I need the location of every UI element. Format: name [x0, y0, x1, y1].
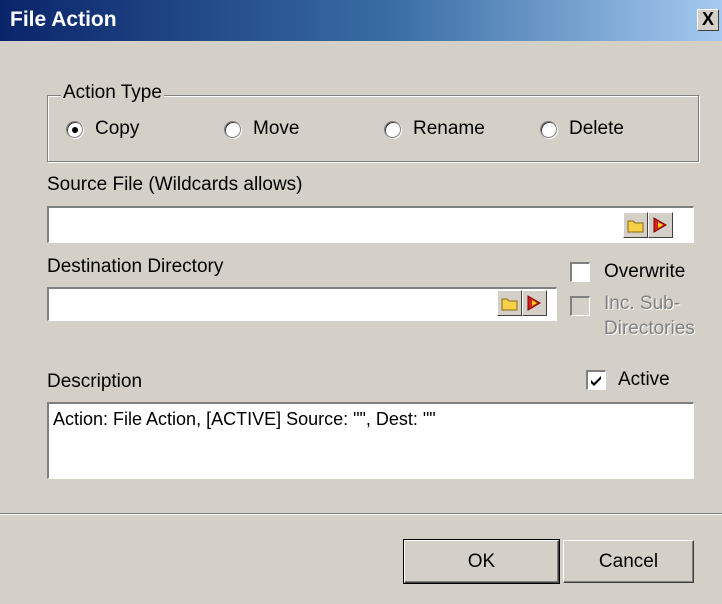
radio-rename[interactable]: Rename [384, 117, 485, 141]
title-bar[interactable]: File Action X [0, 0, 722, 41]
inc-sub-directories-label-line2: Directories [604, 318, 695, 339]
destination-variable-button[interactable] [522, 290, 547, 316]
folder-icon [627, 220, 644, 233]
radio-move-label: Move [253, 118, 300, 139]
close-icon: X [701, 9, 714, 29]
radio-rename-indicator[interactable] [384, 120, 401, 138]
active-checkbox[interactable] [586, 370, 606, 390]
source-file-label: Source File (Wildcards allows) [47, 174, 303, 195]
radio-delete-label: Delete [569, 118, 624, 139]
radio-copy[interactable]: Copy [66, 117, 139, 141]
radio-move-indicator[interactable] [224, 120, 241, 138]
radio-rename-label: Rename [413, 118, 485, 139]
destination-directory-input[interactable] [47, 287, 557, 321]
radio-delete-indicator[interactable] [540, 120, 557, 138]
overwrite-label: Overwrite [604, 261, 686, 282]
overwrite-checkbox[interactable] [570, 262, 590, 282]
radio-move[interactable]: Move [224, 117, 299, 141]
radio-delete[interactable]: Delete [540, 117, 624, 141]
pencil-arrow-icon [527, 295, 541, 311]
cancel-button[interactable]: Cancel [563, 540, 694, 583]
radio-selected-dot [72, 126, 78, 133]
inc-sub-directories-checkbox[interactable] [570, 296, 590, 316]
pencil-arrow-icon [653, 217, 667, 233]
description-text: Action: File Action, [ACTIVE] Source: ""… [53, 409, 436, 429]
source-file-input[interactable] [47, 206, 694, 243]
description-label: Description [47, 371, 143, 392]
source-variable-button[interactable] [648, 212, 673, 238]
destination-directory-label: Destination Directory [47, 256, 224, 277]
window-title: File Action [10, 8, 117, 31]
inc-sub-directories-label-line1: Inc. Sub- [604, 293, 681, 314]
description-textarea[interactable]: Action: File Action, [ACTIVE] Source: ""… [47, 402, 694, 479]
close-button[interactable]: X [697, 9, 719, 31]
separator [0, 513, 722, 515]
radio-copy-indicator[interactable] [66, 120, 83, 138]
action-type-label: Action Type [61, 82, 164, 104]
source-browse-button[interactable] [623, 212, 648, 238]
active-label: Active [618, 369, 670, 390]
ok-button[interactable]: OK [403, 539, 560, 584]
folder-icon [501, 298, 518, 311]
check-mark-icon [591, 376, 601, 386]
radio-copy-label: Copy [95, 118, 140, 139]
destination-browse-button[interactable] [497, 290, 522, 316]
